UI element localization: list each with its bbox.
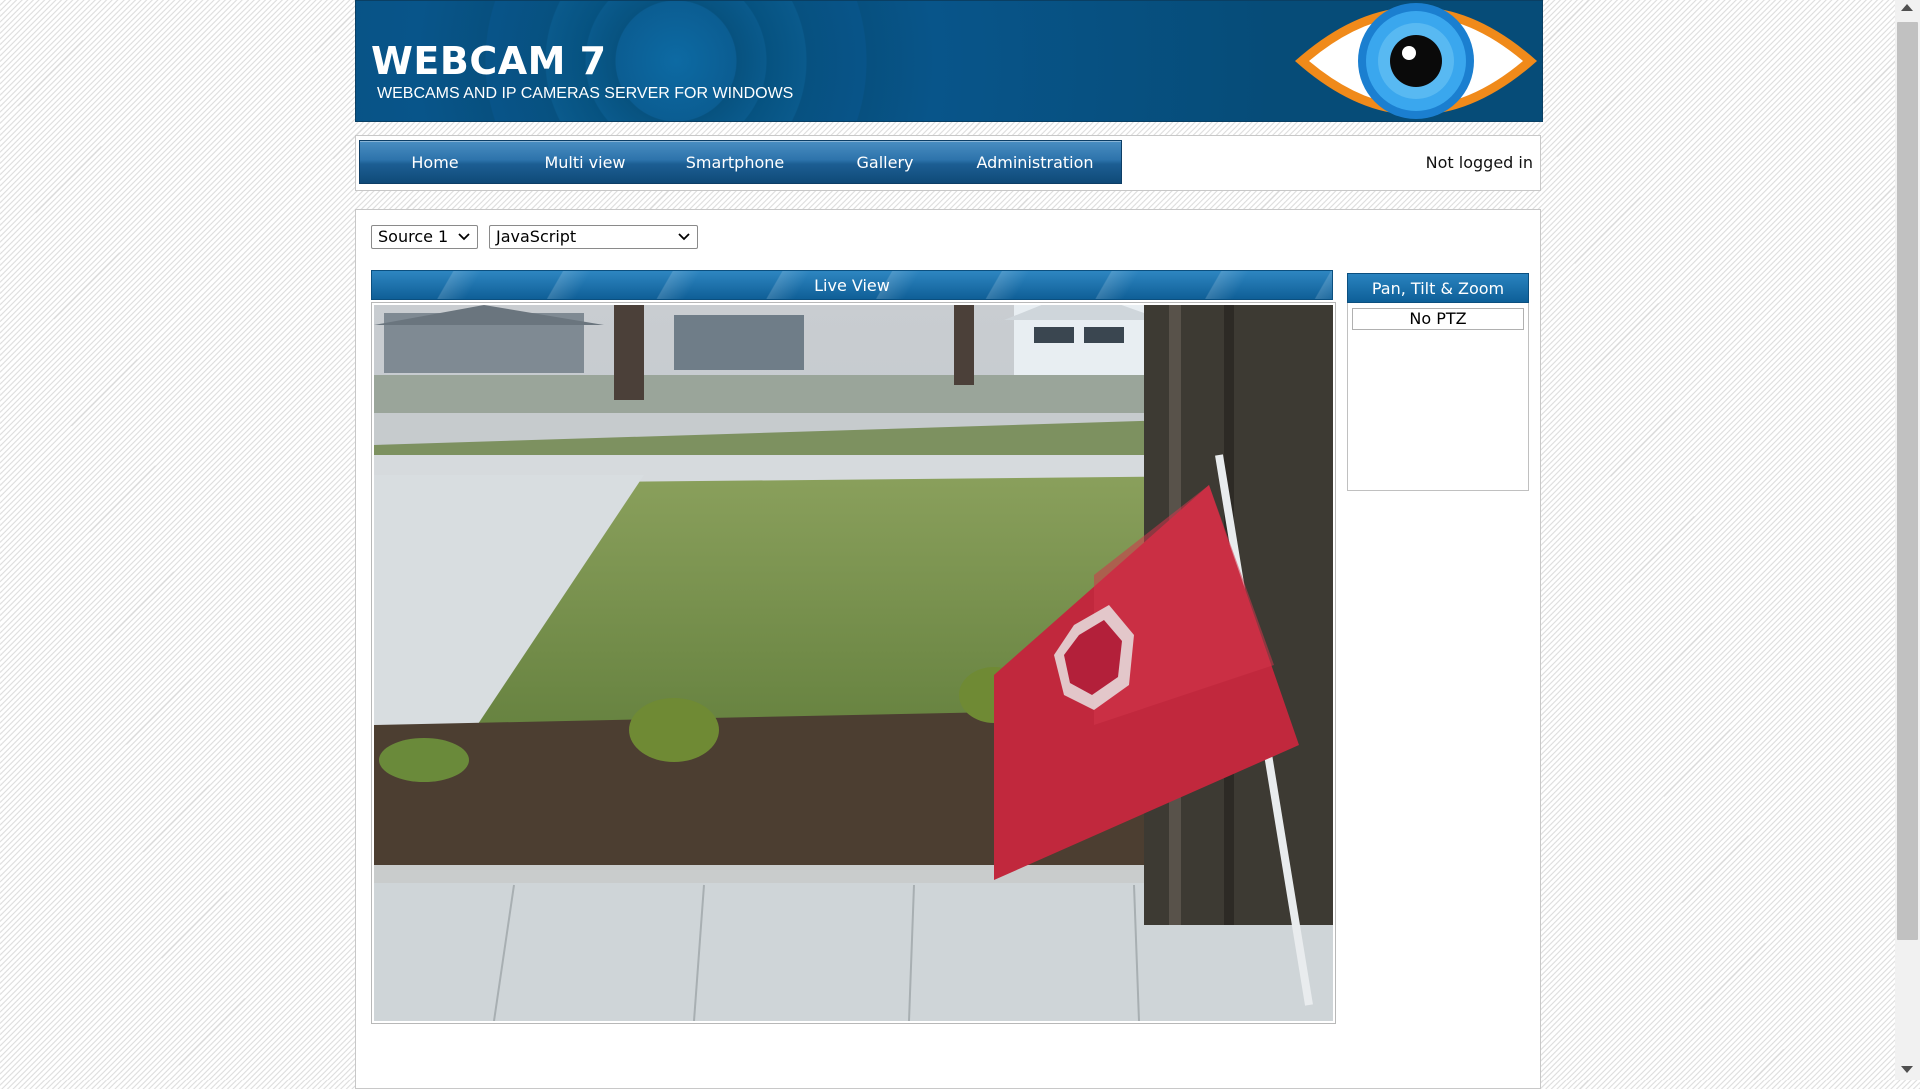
app-title: WEBCAM 7 [371,39,607,83]
source-select[interactable]: Source 1 [371,225,478,249]
live-view-title: Live View [814,275,890,295]
nav-administration[interactable]: Administration [960,141,1110,183]
source-select-value: Source 1 [378,227,449,246]
app-subtitle: WEBCAMS AND IP CAMERAS SERVER FOR WINDOW… [377,85,794,102]
scroll-up-arrow-icon[interactable] [1901,4,1913,11]
vertical-scrollbar[interactable] [1895,0,1920,1080]
viewer-select-value: JavaScript [496,227,577,246]
ptz-status: No PTZ [1352,308,1524,330]
ptz-title: Pan, Tilt & Zoom [1371,278,1505,298]
page: WEBCAM 7 WEBCAMS AND IP CAMERAS SERVER F… [355,0,1543,1089]
scroll-down-arrow-icon[interactable] [1901,1066,1913,1073]
main-panel: Source 1 JavaScript Live View Pan, Tilt … [355,209,1541,1089]
eye-icon [1295,3,1537,119]
chevron-down-icon [678,233,690,241]
ptz-panel: Pan, Tilt & Zoom No PTZ [1347,273,1529,491]
ptz-header: Pan, Tilt & Zoom [1347,273,1529,303]
nav-home[interactable]: Home [360,141,510,183]
login-status: Not logged in [1425,153,1533,172]
nav-smartphone[interactable]: Smartphone [660,141,810,183]
live-view-frame [371,302,1336,1024]
viewer-mode-select[interactable]: JavaScript [489,225,698,249]
camera-feed-image[interactable] [374,305,1333,1021]
nav-gallery[interactable]: Gallery [810,141,960,183]
chevron-down-icon [458,233,470,241]
navigation-bar: Home Multi view Smartphone Gallery Admin… [355,135,1541,191]
nav-multi-view[interactable]: Multi view [510,141,660,183]
live-view-header: Live View [371,270,1333,300]
nav-menu: Home Multi view Smartphone Gallery Admin… [359,140,1122,184]
header-banner: WEBCAM 7 WEBCAMS AND IP CAMERAS SERVER F… [355,0,1543,122]
scrollbar-thumb[interactable] [1897,22,1918,940]
